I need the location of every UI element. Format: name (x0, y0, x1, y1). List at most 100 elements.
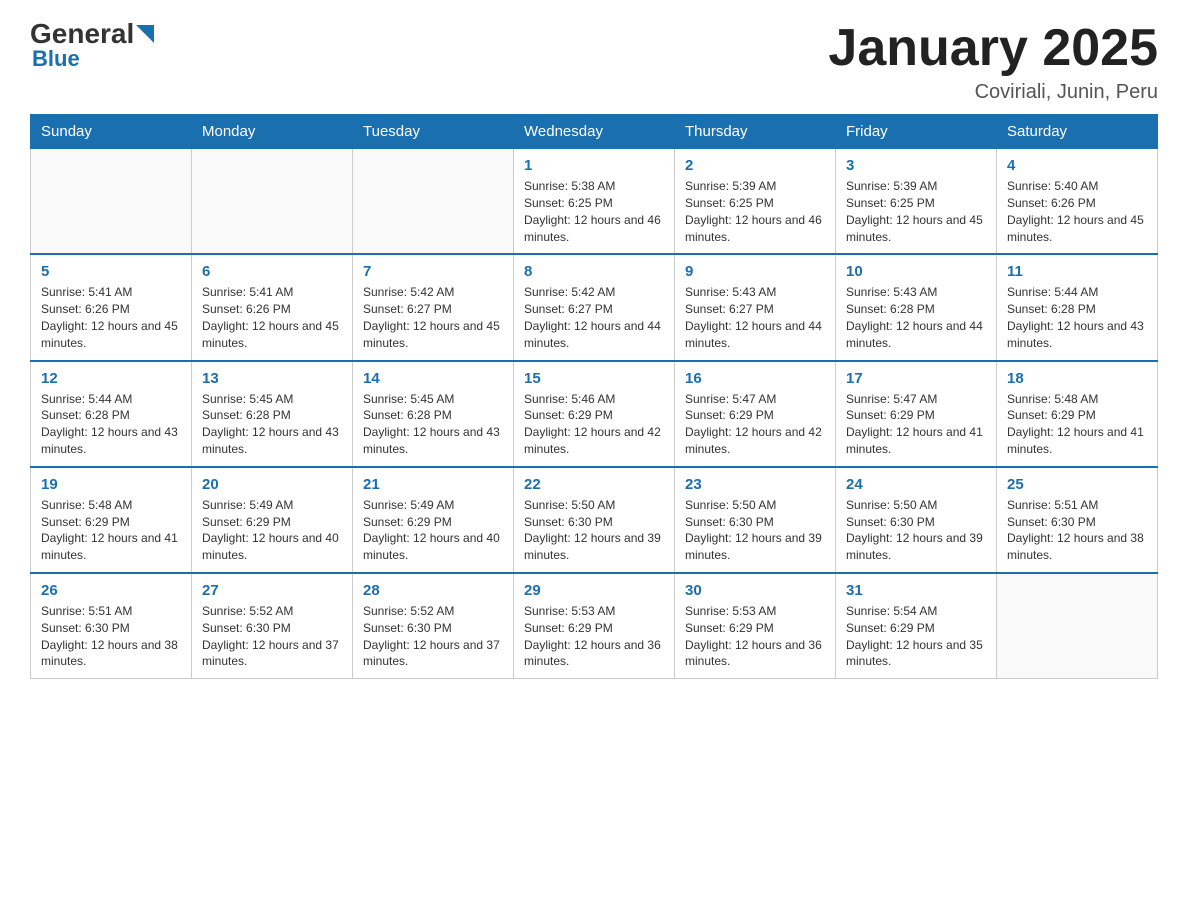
table-row: 12 Sunrise: 5:44 AMSunset: 6:28 PMDayligh… (31, 361, 192, 467)
day-number: 5 (41, 263, 181, 280)
day-number: 17 (846, 370, 986, 387)
day-info: Sunrise: 5:44 AMSunset: 6:28 PMDaylight:… (41, 391, 181, 458)
table-row: 14Sunrise: 5:45 AMSunset: 6:28 PMDayligh… (353, 361, 514, 467)
day-info: Sunrise: 5:39 AMSunset: 6:25 PMDaylight:… (846, 178, 986, 245)
table-row (31, 149, 192, 255)
day-info: Sunrise: 5:47 AMSunset: 6:29 PMDaylight:… (685, 391, 825, 458)
day-number: 24 (846, 476, 986, 493)
day-number: 15 (524, 370, 664, 387)
table-row: 27 Sunrise: 5:52 AMSunset: 6:30 PMDayligh… (192, 573, 353, 679)
day-info: Sunrise: 5:49 AMSunset: 6:29 PMDaylight:… (202, 497, 342, 564)
day-info: Sunrise: 5:44 AMSunset: 6:28 PMDaylight:… (1007, 284, 1147, 351)
day-number: 26 (41, 582, 181, 599)
day-number: 23 (685, 476, 825, 493)
day-info: Sunrise: 5:43 AMSunset: 6:28 PMDaylight:… (846, 284, 986, 351)
day-info: Sunrise: 5:54 AMSunset: 6:29 PMDaylight:… (846, 603, 986, 670)
day-number: 14 (363, 370, 503, 387)
col-friday: Friday (836, 115, 997, 149)
day-number: 27 (202, 582, 342, 599)
table-row (997, 573, 1158, 679)
day-number: 4 (1007, 157, 1147, 174)
day-info: Sunrise: 5:51 AMSunset: 6:30 PMDaylight:… (1007, 497, 1147, 564)
page-header: General Blue January 2025 Coviriali, Jun… (30, 20, 1158, 104)
col-wednesday: Wednesday (514, 115, 675, 149)
table-row: 18 Sunrise: 5:48 AMSunset: 6:29 PMDayligh… (997, 361, 1158, 467)
table-row: 2 Sunrise: 5:39 AMSunset: 6:25 PMDaylight… (675, 149, 836, 255)
table-row: 24 Sunrise: 5:50 AMSunset: 6:30 PMDayligh… (836, 467, 997, 573)
table-row: 8 Sunrise: 5:42 AMSunset: 6:27 PMDaylight… (514, 254, 675, 360)
table-row: 26Sunrise: 5:51 AMSunset: 6:30 PMDayligh… (31, 573, 192, 679)
table-row: 7 Sunrise: 5:42 AMSunset: 6:27 PMDaylight… (353, 254, 514, 360)
day-number: 18 (1007, 370, 1147, 387)
day-number: 16 (685, 370, 825, 387)
col-saturday: Saturday (997, 115, 1158, 149)
day-number: 11 (1007, 263, 1147, 280)
day-number: 19 (41, 476, 181, 493)
day-number: 8 (524, 263, 664, 280)
calendar-week-row: 12 Sunrise: 5:44 AMSunset: 6:28 PMDayligh… (31, 361, 1158, 467)
col-sunday: Sunday (31, 115, 192, 149)
table-row: 21Sunrise: 5:49 AMSunset: 6:29 PMDayligh… (353, 467, 514, 573)
table-row: 28Sunrise: 5:52 AMSunset: 6:30 PMDayligh… (353, 573, 514, 679)
logo: General Blue (30, 20, 154, 72)
col-thursday: Thursday (675, 115, 836, 149)
calendar-week-row: 26Sunrise: 5:51 AMSunset: 6:30 PMDayligh… (31, 573, 1158, 679)
table-row (353, 149, 514, 255)
table-row: 4 Sunrise: 5:40 AMSunset: 6:26 PMDaylight… (997, 149, 1158, 255)
table-row: 20 Sunrise: 5:49 AMSunset: 6:29 PMDayligh… (192, 467, 353, 573)
table-row: 16 Sunrise: 5:47 AMSunset: 6:29 PMDayligh… (675, 361, 836, 467)
day-number: 20 (202, 476, 342, 493)
day-number: 31 (846, 582, 986, 599)
col-tuesday: Tuesday (353, 115, 514, 149)
table-row: 15 Sunrise: 5:46 AMSunset: 6:29 PMDayligh… (514, 361, 675, 467)
day-info: Sunrise: 5:53 AMSunset: 6:29 PMDaylight:… (685, 603, 825, 670)
day-info: Sunrise: 5:40 AMSunset: 6:26 PMDaylight:… (1007, 178, 1147, 245)
day-info: Sunrise: 5:38 AMSunset: 6:25 PMDaylight:… (524, 178, 664, 245)
day-number: 12 (41, 370, 181, 387)
day-info: Sunrise: 5:41 AMSunset: 6:26 PMDaylight:… (202, 284, 342, 351)
day-info: Sunrise: 5:50 AMSunset: 6:30 PMDaylight:… (524, 497, 664, 564)
table-row: 31 Sunrise: 5:54 AMSunset: 6:29 PMDayligh… (836, 573, 997, 679)
day-info: Sunrise: 5:42 AMSunset: 6:27 PMDaylight:… (524, 284, 664, 351)
table-row: 11 Sunrise: 5:44 AMSunset: 6:28 PMDayligh… (997, 254, 1158, 360)
day-number: 1 (524, 157, 664, 174)
day-info: Sunrise: 5:52 AMSunset: 6:30 PMDaylight:… (202, 603, 342, 670)
day-info: Sunrise: 5:45 AMSunset: 6:28 PMDaylight:… (202, 391, 342, 458)
table-row: 19 Sunrise: 5:48 AMSunset: 6:29 PMDayligh… (31, 467, 192, 573)
calendar-header-row: Sunday Monday Tuesday Wednesday Thursday… (31, 115, 1158, 149)
table-row: 9Sunrise: 5:43 AMSunset: 6:27 PMDaylight… (675, 254, 836, 360)
day-info: Sunrise: 5:48 AMSunset: 6:29 PMDaylight:… (41, 497, 181, 564)
day-number: 29 (524, 582, 664, 599)
table-row: 25 Sunrise: 5:51 AMSunset: 6:30 PMDayligh… (997, 467, 1158, 573)
day-number: 28 (363, 582, 503, 599)
day-number: 2 (685, 157, 825, 174)
day-info: Sunrise: 5:50 AMSunset: 6:30 PMDaylight:… (846, 497, 986, 564)
day-info: Sunrise: 5:46 AMSunset: 6:29 PMDaylight:… (524, 391, 664, 458)
day-number: 25 (1007, 476, 1147, 493)
table-row: 10Sunrise: 5:43 AMSunset: 6:28 PMDayligh… (836, 254, 997, 360)
day-info: Sunrise: 5:53 AMSunset: 6:29 PMDaylight:… (524, 603, 664, 670)
calendar-table: Sunday Monday Tuesday Wednesday Thursday… (30, 114, 1158, 679)
day-number: 30 (685, 582, 825, 599)
table-row: 17Sunrise: 5:47 AMSunset: 6:29 PMDayligh… (836, 361, 997, 467)
day-info: Sunrise: 5:42 AMSunset: 6:27 PMDaylight:… (363, 284, 503, 351)
table-row (192, 149, 353, 255)
table-row: 22 Sunrise: 5:50 AMSunset: 6:30 PMDayligh… (514, 467, 675, 573)
calendar-week-row: 1 Sunrise: 5:38 AMSunset: 6:25 PMDaylight… (31, 149, 1158, 255)
day-info: Sunrise: 5:48 AMSunset: 6:29 PMDaylight:… (1007, 391, 1147, 458)
calendar-subtitle: Coviriali, Junin, Peru (828, 81, 1158, 104)
table-row: 6Sunrise: 5:41 AMSunset: 6:26 PMDaylight… (192, 254, 353, 360)
day-number: 22 (524, 476, 664, 493)
day-number: 7 (363, 263, 503, 280)
day-info: Sunrise: 5:41 AMSunset: 6:26 PMDaylight:… (41, 284, 181, 351)
logo-blue-text: Blue (32, 46, 80, 72)
logo-triangle-icon (136, 25, 154, 43)
logo-general-text: General (30, 20, 134, 48)
day-info: Sunrise: 5:39 AMSunset: 6:25 PMDaylight:… (685, 178, 825, 245)
table-row: 23Sunrise: 5:50 AMSunset: 6:30 PMDayligh… (675, 467, 836, 573)
day-info: Sunrise: 5:49 AMSunset: 6:29 PMDaylight:… (363, 497, 503, 564)
table-row: 29 Sunrise: 5:53 AMSunset: 6:29 PMDayligh… (514, 573, 675, 679)
col-monday: Monday (192, 115, 353, 149)
calendar-week-row: 5 Sunrise: 5:41 AMSunset: 6:26 PMDaylight… (31, 254, 1158, 360)
table-row: 13Sunrise: 5:45 AMSunset: 6:28 PMDayligh… (192, 361, 353, 467)
